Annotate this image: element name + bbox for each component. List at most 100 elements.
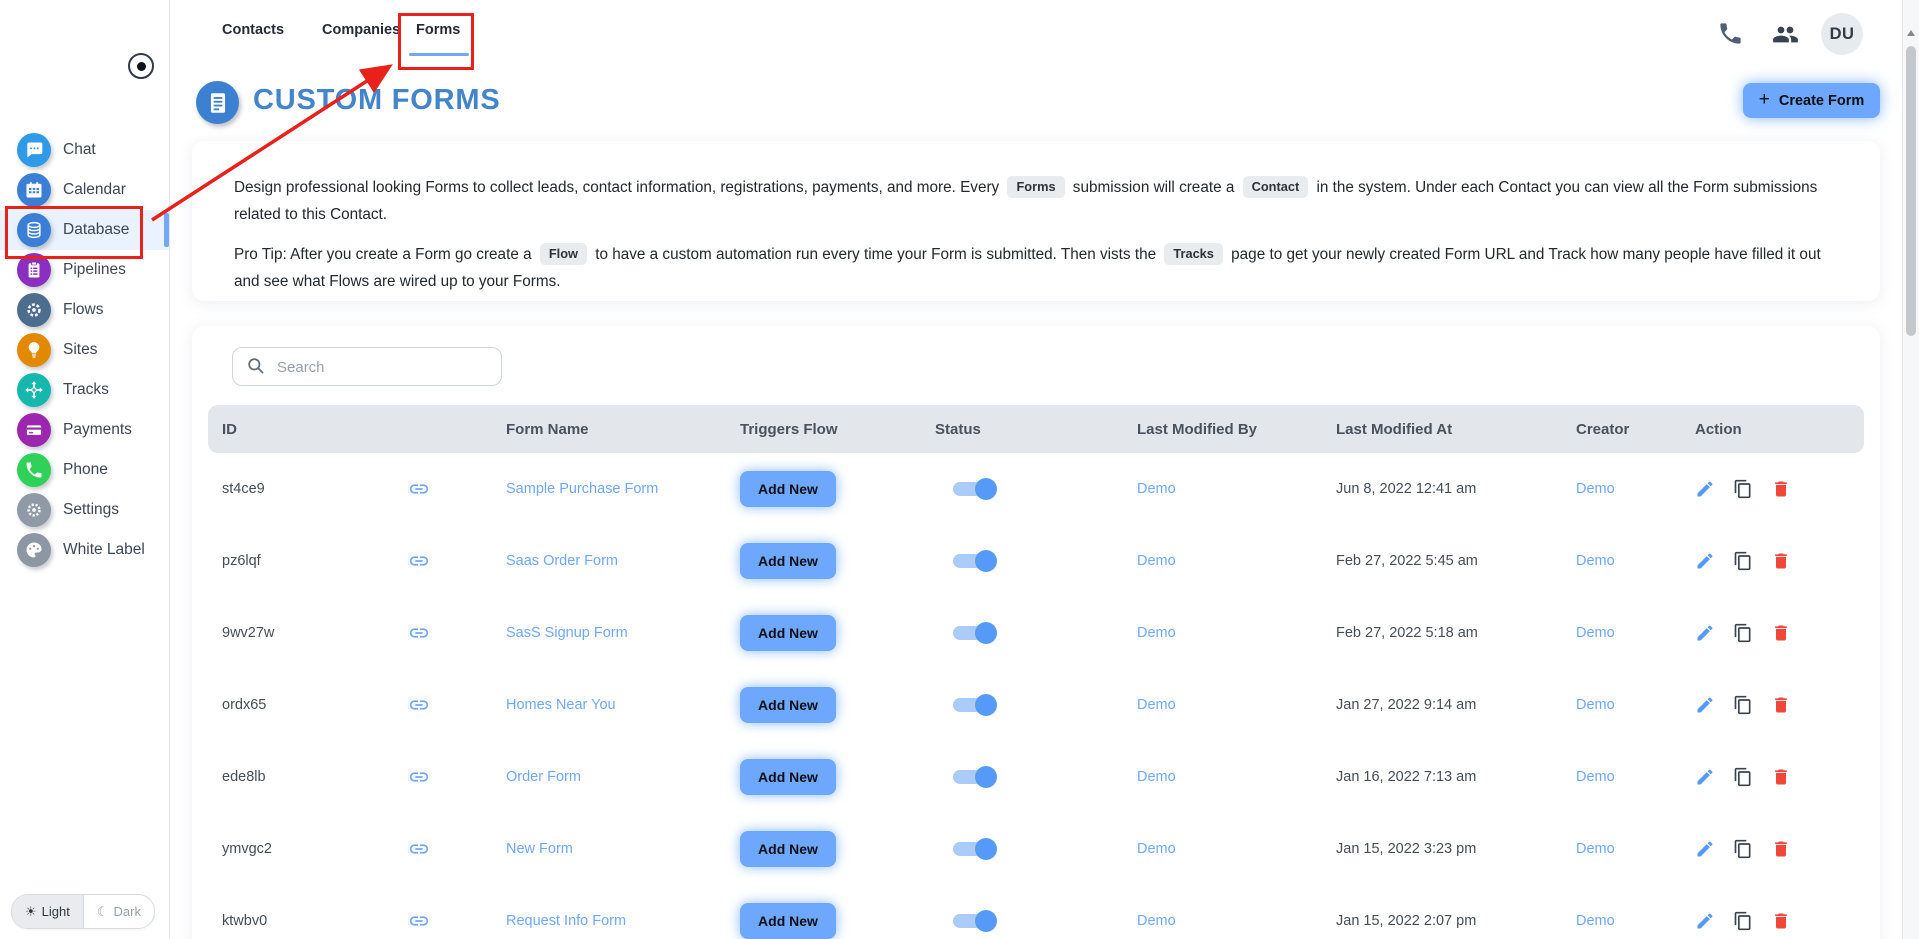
sidebar-item-payments[interactable]: Payments: [0, 410, 169, 450]
add-new-flow-button[interactable]: Add New: [740, 759, 836, 795]
tab-companies[interactable]: Companies: [322, 22, 400, 38]
creator-link[interactable]: Demo: [1576, 481, 1695, 497]
table-row: ymvgc2 New Form Add New Demo Jan 15, 2022 3:…: [208, 813, 1864, 885]
status-toggle[interactable]: [953, 550, 997, 572]
creator-link[interactable]: Demo: [1576, 697, 1695, 713]
app-root: Chat Calendar Database Pipelines Flows Sites T…: [0, 0, 1919, 939]
form-name-link[interactable]: Sample Purchase Form: [506, 481, 740, 497]
edit-icon[interactable]: [1695, 695, 1715, 715]
page-scrollbar[interactable]: [1902, 0, 1919, 939]
delete-icon[interactable]: [1771, 551, 1791, 571]
copy-icon[interactable]: [1733, 551, 1753, 571]
copy-icon[interactable]: [1733, 767, 1753, 787]
theme-dark-button[interactable]: ☾ Dark: [82, 895, 154, 928]
custom-forms-icon: [196, 81, 239, 124]
copy-icon[interactable]: [1733, 695, 1753, 715]
contacts-people-icon[interactable]: [1772, 21, 1799, 53]
sidebar-item-sites[interactable]: Sites: [0, 330, 169, 370]
edit-icon[interactable]: [1695, 839, 1715, 859]
form-id-cell: ede8lb: [222, 769, 266, 785]
sidebar-nav: Chat Calendar Database Pipelines Flows Sites T…: [0, 130, 169, 570]
payments-icon: [17, 413, 51, 447]
status-toggle[interactable]: [953, 766, 997, 788]
delete-icon[interactable]: [1771, 767, 1791, 787]
sidebar-item-calendar[interactable]: Calendar: [0, 170, 169, 210]
form-link-icon[interactable]: [408, 478, 430, 500]
last-modified-by-link[interactable]: Demo: [1137, 697, 1336, 713]
add-new-flow-button[interactable]: Add New: [740, 471, 836, 507]
delete-icon[interactable]: [1771, 623, 1791, 643]
sidebar-item-label: Pipelines: [63, 261, 126, 278]
sidebar-item-label: Phone: [63, 461, 108, 478]
tracks-icon: [17, 373, 51, 407]
status-toggle[interactable]: [953, 910, 997, 932]
sidebar-collapse-toggle-icon[interactable]: [128, 53, 154, 79]
sidebar-item-settings[interactable]: Settings: [0, 490, 169, 530]
creator-link[interactable]: Demo: [1576, 625, 1695, 641]
form-link-icon[interactable]: [408, 838, 430, 860]
last-modified-by-link[interactable]: Demo: [1137, 841, 1336, 857]
edit-icon[interactable]: [1695, 479, 1715, 499]
phone-icon[interactable]: [1717, 20, 1744, 52]
sidebar-item-flows[interactable]: Flows: [0, 290, 169, 330]
copy-icon[interactable]: [1733, 623, 1753, 643]
delete-icon[interactable]: [1771, 911, 1791, 931]
form-name-link[interactable]: Order Form: [506, 769, 740, 785]
add-new-flow-button[interactable]: Add New: [740, 903, 836, 939]
status-toggle[interactable]: [953, 694, 997, 716]
toggle-knob: [975, 622, 997, 644]
toggle-knob: [975, 838, 997, 860]
copy-icon[interactable]: [1733, 911, 1753, 931]
tab-contacts[interactable]: Contacts: [222, 22, 284, 38]
theme-light-button[interactable]: ☀ Light: [12, 895, 83, 928]
add-new-flow-button[interactable]: Add New: [740, 687, 836, 723]
column-header-creator: Creator: [1576, 420, 1630, 438]
creator-link[interactable]: Demo: [1576, 913, 1695, 929]
add-new-flow-button[interactable]: Add New: [740, 543, 836, 579]
scrollbar-thumb[interactable]: [1906, 46, 1916, 336]
edit-icon[interactable]: [1695, 551, 1715, 571]
add-new-flow-button[interactable]: Add New: [740, 615, 836, 651]
form-link-icon[interactable]: [408, 694, 430, 716]
form-link-icon[interactable]: [408, 622, 430, 644]
last-modified-at-cell: Feb 27, 2022 5:18 am: [1336, 625, 1478, 641]
delete-icon[interactable]: [1771, 695, 1791, 715]
form-name-link[interactable]: Saas Order Form: [506, 553, 740, 569]
form-name-link[interactable]: Request Info Form: [506, 913, 740, 929]
edit-icon[interactable]: [1695, 911, 1715, 931]
last-modified-by-link[interactable]: Demo: [1137, 625, 1336, 641]
status-toggle[interactable]: [953, 622, 997, 644]
inline-tag-tracks: Tracks: [1164, 242, 1223, 265]
creator-link[interactable]: Demo: [1576, 841, 1695, 857]
last-modified-by-link[interactable]: Demo: [1137, 769, 1336, 785]
copy-icon[interactable]: [1733, 839, 1753, 859]
last-modified-by-link[interactable]: Demo: [1137, 481, 1336, 497]
status-toggle[interactable]: [953, 838, 997, 860]
toggle-knob: [975, 910, 997, 932]
edit-icon[interactable]: [1695, 767, 1715, 787]
form-name-link[interactable]: New Form: [506, 841, 740, 857]
last-modified-by-link[interactable]: Demo: [1137, 553, 1336, 569]
sidebar-item-phone[interactable]: Phone: [0, 450, 169, 490]
form-link-icon[interactable]: [408, 910, 430, 932]
scroll-up-arrow-icon[interactable]: [1907, 30, 1915, 36]
form-link-icon[interactable]: [408, 766, 430, 788]
form-name-link[interactable]: Homes Near You: [506, 697, 740, 713]
copy-icon[interactable]: [1733, 479, 1753, 499]
form-name-link[interactable]: SasS Signup Form: [506, 625, 740, 641]
sidebar-item-chat[interactable]: Chat: [0, 130, 169, 170]
form-link-icon[interactable]: [408, 550, 430, 572]
status-toggle[interactable]: [953, 478, 997, 500]
delete-icon[interactable]: [1771, 839, 1791, 859]
search-input[interactable]: [275, 348, 489, 387]
create-form-button[interactable]: + Create Form: [1743, 83, 1880, 118]
creator-link[interactable]: Demo: [1576, 553, 1695, 569]
creator-link[interactable]: Demo: [1576, 769, 1695, 785]
sidebar-item-white-label[interactable]: White Label: [0, 530, 169, 570]
add-new-flow-button[interactable]: Add New: [740, 831, 836, 867]
sidebar-item-tracks[interactable]: Tracks: [0, 370, 169, 410]
last-modified-by-link[interactable]: Demo: [1137, 913, 1336, 929]
avatar[interactable]: DU: [1821, 13, 1863, 55]
edit-icon[interactable]: [1695, 623, 1715, 643]
delete-icon[interactable]: [1771, 479, 1791, 499]
